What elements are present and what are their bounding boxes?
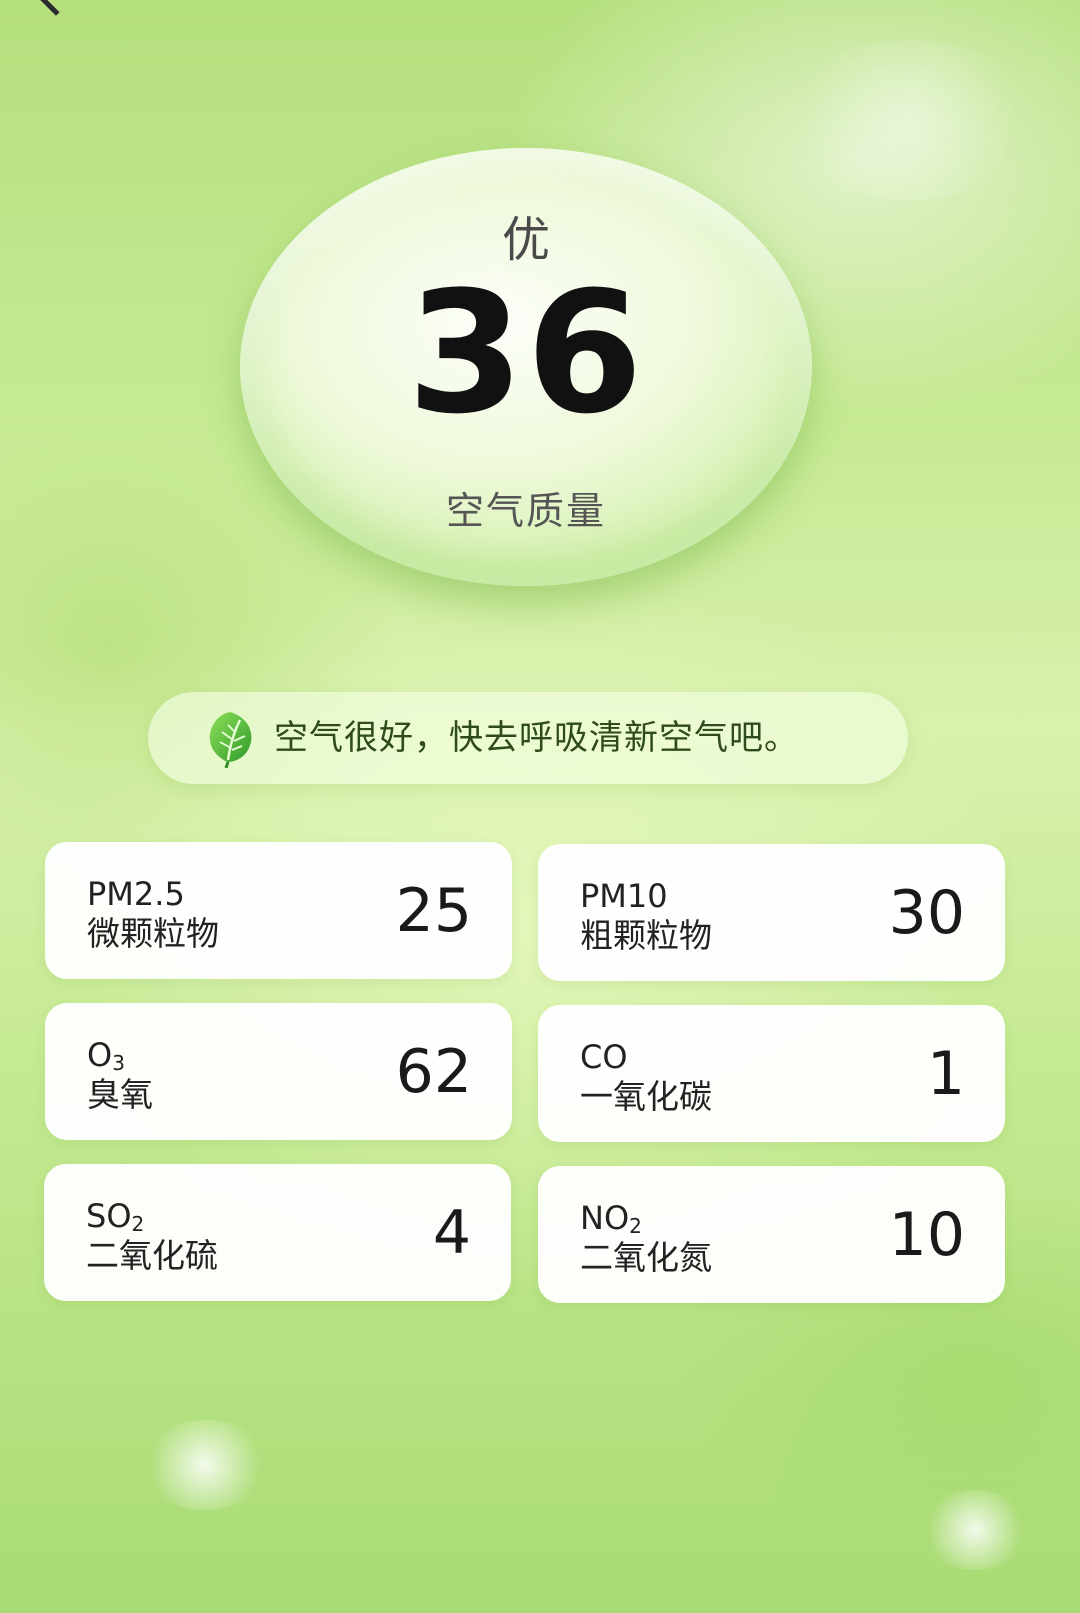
aqi-caption: 空气质量 — [445, 489, 606, 533]
pollutant-value: 4 — [432, 1198, 471, 1268]
pollutant-card-pm10[interactable]: PM10 粗颗粒物 30 — [538, 844, 1005, 981]
pollutant-value: 25 — [395, 876, 472, 946]
bokeh-light — [920, 1490, 1030, 1570]
pollutant-value: 1 — [926, 1039, 965, 1109]
aqi-bubble: 优 36 空气质量 — [240, 148, 812, 586]
pollutant-value: 30 — [888, 878, 965, 948]
pollutant-name: 微颗粒物 — [87, 914, 219, 953]
header-bar — [0, 0, 1080, 16]
tip-banner: 空气很好，快去呼吸清新空气吧。 — [148, 692, 908, 784]
leaf-icon — [209, 712, 252, 768]
pollutant-card-co[interactable]: CO 一氧化碳 1 — [538, 1005, 1005, 1142]
pollutant-value: 62 — [395, 1037, 472, 1107]
pollutant-name: 一氧化碳 — [580, 1077, 712, 1116]
pollutant-card-pm25[interactable]: PM2.5 微颗粒物 25 — [45, 842, 512, 979]
chevron-left-icon[interactable] — [36, 0, 76, 16]
pollutant-card-no2[interactable]: NO2 二氧化氮 10 — [538, 1166, 1005, 1303]
tip-text: 空气很好，快去呼吸清新空气吧。 — [274, 718, 799, 758]
pollutant-name: 臭氧 — [87, 1075, 153, 1114]
aqi-value: 36 — [407, 255, 645, 451]
pollutant-card-so2[interactable]: SO2 二氧化硫 4 — [44, 1164, 511, 1301]
bokeh-light — [140, 1420, 270, 1510]
pollutant-value: 10 — [888, 1200, 965, 1270]
bokeh-light — [780, 40, 1040, 200]
pollutant-name: 二氧化氮 — [580, 1238, 712, 1277]
pollutant-name: 粗颗粒物 — [580, 916, 712, 955]
pollutant-card-o3[interactable]: O3 臭氧 62 — [45, 1003, 512, 1140]
pollutant-name: 二氧化硫 — [86, 1236, 218, 1275]
